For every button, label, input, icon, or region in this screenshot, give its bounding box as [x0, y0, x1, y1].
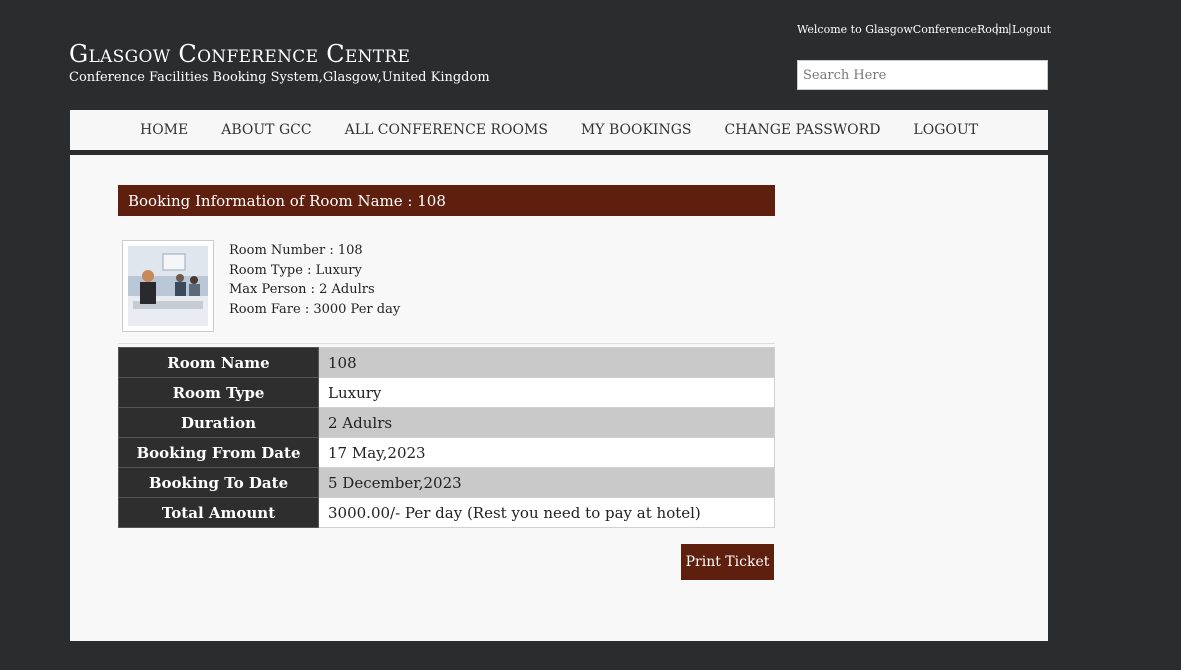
main-panel: Booking Information of Room Name : 108 R…: [70, 155, 1048, 641]
row-value: 5 December,2023: [318, 467, 775, 498]
row-value: 17 May,2023: [318, 437, 775, 468]
site-subtitle: Conference Facilities Booking System,Gla…: [69, 70, 490, 85]
table-row: Duration 2 Adulrs: [118, 407, 775, 438]
room-type: Room Type : Luxury: [229, 262, 362, 278]
search-input[interactable]: [797, 60, 1048, 90]
nav-change-password[interactable]: CHANGE PASSWORD: [708, 122, 897, 138]
row-value: 2 Adulrs: [318, 407, 775, 438]
room-info: Room Number : 108 Room Type : Luxury Max…: [229, 241, 400, 320]
row-value: 108: [318, 347, 775, 378]
max-person: Max Person : 2 Adulrs: [229, 282, 375, 298]
room-photo: [128, 246, 208, 326]
room-thumbnail: [122, 240, 214, 332]
table-row: Room Name 108: [118, 347, 775, 378]
nav-all-rooms[interactable]: ALL CONFERENCE ROOMS: [328, 122, 564, 138]
welcome-text: Welcome to GlasgowConferenceRoom: [797, 23, 1009, 36]
row-label: Duration: [118, 407, 319, 438]
table-row: Room Type Luxury: [118, 377, 775, 408]
row-label: Total Amount: [118, 497, 319, 528]
table-row: Total Amount 3000.00/- Per day (Rest you…: [118, 497, 775, 528]
booking-info-header: Booking Information of Room Name : 108: [118, 185, 775, 216]
print-ticket-button[interactable]: Print Ticket: [681, 544, 774, 580]
nav-home[interactable]: HOME: [123, 122, 204, 138]
separator: |: [995, 22, 999, 35]
divider: [118, 343, 775, 344]
nav-about[interactable]: ABOUT GCC: [205, 122, 328, 138]
table-row: Booking To Date 5 December,2023: [118, 467, 775, 498]
room-fare: Room Fare : 3000 Per day: [229, 302, 401, 318]
nav-my-bookings[interactable]: MY BOOKINGS: [564, 122, 708, 138]
row-label: Room Name: [118, 347, 319, 378]
row-label: Booking From Date: [118, 437, 319, 468]
row-value: 3000.00/- Per day (Rest you need to pay …: [318, 497, 775, 528]
row-value: Luxury: [318, 377, 775, 408]
row-label: Booking To Date: [118, 467, 319, 498]
room-number: Room Number : 108: [229, 243, 363, 258]
top-logout-link[interactable]: Logout: [1012, 23, 1051, 36]
row-label: Room Type: [118, 377, 319, 408]
table-row: Booking From Date 17 May,2023: [118, 437, 775, 468]
main-nav: HOME ABOUT GCC ALL CONFERENCE ROOMS MY B…: [70, 110, 1048, 150]
booking-details-table: Room Name 108 Room Type Luxury Duration …: [118, 347, 775, 528]
nav-logout[interactable]: LOGOUT: [897, 122, 995, 138]
site-title: Glasgow Conference Centre: [69, 40, 411, 68]
